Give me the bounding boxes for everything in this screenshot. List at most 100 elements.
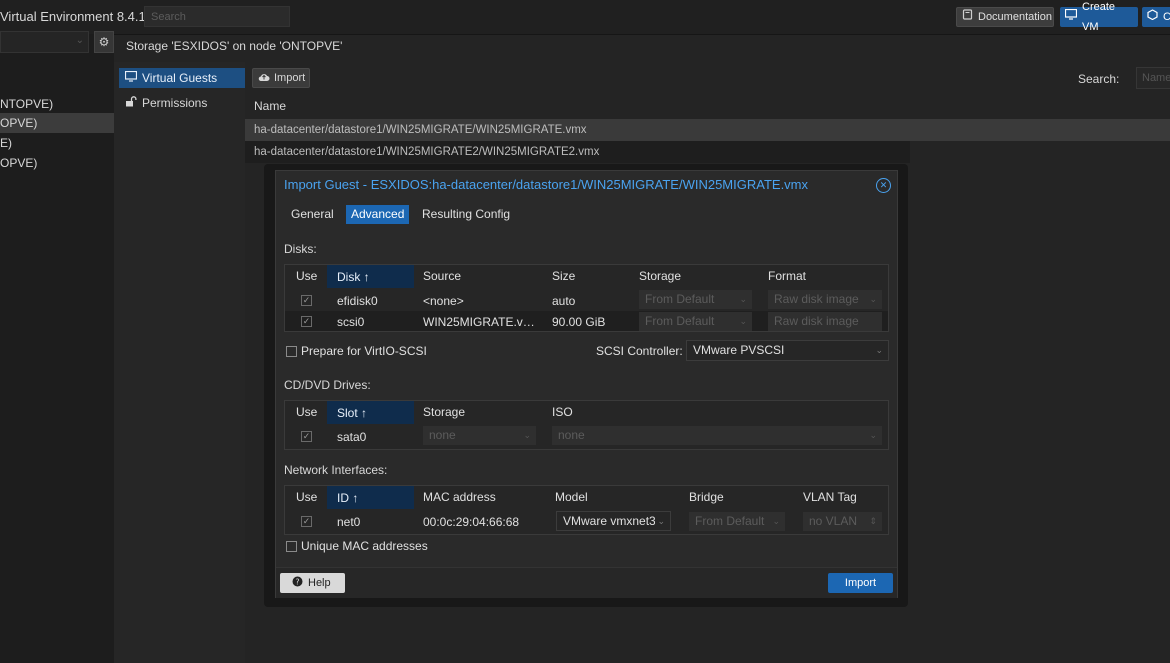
create-vm-label: Create VM bbox=[1082, 1, 1116, 33]
documentation-label: Documentation bbox=[978, 11, 1052, 23]
create-vm-button[interactable]: Create VM bbox=[1060, 1, 1138, 33]
column-header-bridge[interactable]: Bridge bbox=[689, 485, 724, 509]
use-checkbox[interactable]: ✓ bbox=[301, 295, 312, 306]
scsi-controller-label: SCSI Controller: bbox=[596, 344, 683, 358]
disk-name: efidisk0 bbox=[337, 294, 378, 308]
scsi-controller-select[interactable]: VMware PVSCSI ⌄ bbox=[686, 340, 889, 361]
format-select[interactable]: Raw disk image bbox=[768, 312, 882, 331]
nav-permissions[interactable]: Permissions bbox=[119, 93, 245, 113]
tree-node[interactable]: E) bbox=[0, 133, 114, 153]
import-button[interactable]: Import bbox=[828, 573, 893, 593]
column-header-source[interactable]: Source bbox=[423, 264, 461, 288]
column-header-name[interactable]: Name bbox=[254, 99, 286, 113]
question-icon: ? bbox=[292, 576, 303, 590]
column-header-vlan[interactable]: VLAN Tag bbox=[803, 485, 857, 509]
cdrom-label: CD/DVD Drives: bbox=[284, 378, 371, 392]
create-ct-label: C bbox=[1163, 11, 1170, 23]
spinner-icon: ⇕ bbox=[869, 516, 877, 526]
virtio-label: Prepare for VirtIO-SCSI bbox=[301, 344, 427, 358]
monitor-icon bbox=[1064, 7, 1078, 27]
storage-nav-panel bbox=[114, 62, 245, 663]
use-checkbox[interactable]: ✓ bbox=[301, 516, 312, 527]
disks-label: Disks: bbox=[284, 242, 317, 256]
chevron-down-icon: ⌄ bbox=[739, 316, 747, 326]
nav-virtual-guests-label: Virtual Guests bbox=[142, 71, 218, 85]
format-select[interactable]: Raw disk image ⌄ bbox=[768, 290, 882, 309]
slot-name: sata0 bbox=[337, 430, 367, 444]
book-icon bbox=[962, 7, 973, 27]
close-icon[interactable]: ✕ bbox=[876, 178, 891, 193]
nic-id: net0 bbox=[337, 515, 361, 529]
tab-advanced[interactable]: Advanced bbox=[346, 205, 410, 224]
guest-row[interactable]: ha-datacenter/datastore1/WIN25MIGRATE2/W… bbox=[245, 141, 910, 163]
column-header-use[interactable]: Use bbox=[296, 400, 317, 424]
column-header-size[interactable]: Size bbox=[552, 264, 575, 288]
disk-size: auto bbox=[552, 294, 576, 308]
chevron-down-icon: ⌄ bbox=[875, 345, 883, 355]
dialog-title: Import Guest - ESXIDOS:ha-datacenter/dat… bbox=[284, 177, 809, 192]
chevron-down-icon: ⌄ bbox=[739, 294, 747, 304]
product-title: Virtual Environment 8.4.1 bbox=[0, 9, 146, 24]
vlan-spinner[interactable]: no VLAN ⇕ bbox=[803, 512, 882, 531]
virtio-checkbox[interactable] bbox=[286, 346, 297, 357]
column-header-format[interactable]: Format bbox=[768, 264, 806, 288]
tree-node[interactable]: NTOPVE) bbox=[0, 94, 114, 114]
column-header-storage[interactable]: Storage bbox=[639, 264, 681, 288]
tab-resulting-config[interactable]: Resulting Config bbox=[417, 205, 515, 224]
model-select[interactable]: VMware vmxnet3 ⌄ bbox=[556, 511, 671, 531]
iso-select[interactable]: none ⌄ bbox=[552, 426, 882, 445]
unique-mac-label: Unique MAC addresses bbox=[301, 539, 428, 553]
monitor-icon bbox=[124, 68, 138, 88]
guest-search-input[interactable]: Name bbox=[1136, 67, 1170, 89]
column-header-disk[interactable]: Disk ↑ bbox=[327, 265, 414, 288]
mac-address: 00:0c:29:04:66:68 bbox=[423, 515, 520, 529]
import-toolbar-label: Import bbox=[274, 72, 306, 84]
column-header-storage[interactable]: Storage bbox=[423, 400, 465, 424]
column-header-use[interactable]: Use bbox=[296, 485, 317, 509]
column-header-use[interactable]: Use bbox=[296, 264, 317, 288]
chevron-down-icon: ⌄ bbox=[869, 430, 877, 440]
cube-icon bbox=[1147, 7, 1158, 27]
column-header-iso[interactable]: ISO bbox=[552, 400, 573, 424]
column-header-id[interactable]: ID ↑ bbox=[327, 486, 414, 509]
create-ct-button[interactable]: C bbox=[1142, 7, 1170, 27]
disk-size: 90.00 GiB bbox=[552, 315, 606, 329]
storage-title: Storage 'ESXIDOS' on node 'ONTOPVE' bbox=[126, 39, 343, 53]
chevron-down-icon: ⌄ bbox=[772, 516, 780, 526]
column-header-slot[interactable]: Slot ↑ bbox=[327, 401, 414, 424]
tree-node-selected[interactable]: OPVE) bbox=[0, 113, 114, 133]
global-search-input[interactable]: Search bbox=[144, 6, 290, 27]
chevron-down-icon: ⌄ bbox=[75, 35, 84, 46]
guest-row[interactable]: ha-datacenter/datastore1/WIN25MIGRATE/WI… bbox=[245, 119, 1170, 141]
tab-general[interactable]: General bbox=[286, 205, 339, 224]
cd-storage-select[interactable]: none ⌄ bbox=[423, 426, 536, 445]
cloud-upload-icon bbox=[258, 72, 270, 85]
use-checkbox[interactable]: ✓ bbox=[301, 431, 312, 442]
column-header-model[interactable]: Model bbox=[555, 485, 588, 509]
storage-select[interactable]: From Default ⌄ bbox=[639, 312, 752, 331]
nav-permissions-label: Permissions bbox=[142, 96, 208, 110]
search-label: Search: bbox=[1078, 72, 1120, 86]
unlock-icon bbox=[125, 93, 137, 113]
disk-source: WIN25MIGRATE.v… bbox=[423, 315, 535, 329]
documentation-button[interactable]: Documentation bbox=[956, 7, 1054, 27]
gear-icon[interactable]: ⚙ bbox=[94, 31, 114, 53]
import-toolbar-button[interactable]: Import bbox=[252, 68, 310, 88]
nav-virtual-guests[interactable]: Virtual Guests bbox=[119, 68, 245, 88]
bridge-select[interactable]: From Default ⌄ bbox=[689, 512, 785, 531]
svg-text:?: ? bbox=[295, 578, 299, 587]
use-checkbox[interactable]: ✓ bbox=[301, 316, 312, 327]
help-label: Help bbox=[308, 577, 331, 589]
disk-name: scsi0 bbox=[337, 315, 365, 329]
storage-select[interactable]: From Default ⌄ bbox=[639, 290, 752, 309]
network-label: Network Interfaces: bbox=[284, 463, 388, 477]
help-button[interactable]: ? Help bbox=[280, 573, 345, 593]
unique-mac-checkbox[interactable] bbox=[286, 541, 297, 552]
dialog-footer bbox=[276, 567, 897, 598]
chevron-down-icon: ⌄ bbox=[655, 512, 665, 530]
chevron-down-icon: ⌄ bbox=[869, 294, 877, 304]
tree-node[interactable]: OPVE) bbox=[0, 153, 114, 173]
view-selector[interactable]: ⌄ bbox=[0, 31, 89, 53]
chevron-down-icon: ⌄ bbox=[523, 430, 531, 440]
column-header-mac[interactable]: MAC address bbox=[423, 485, 496, 509]
